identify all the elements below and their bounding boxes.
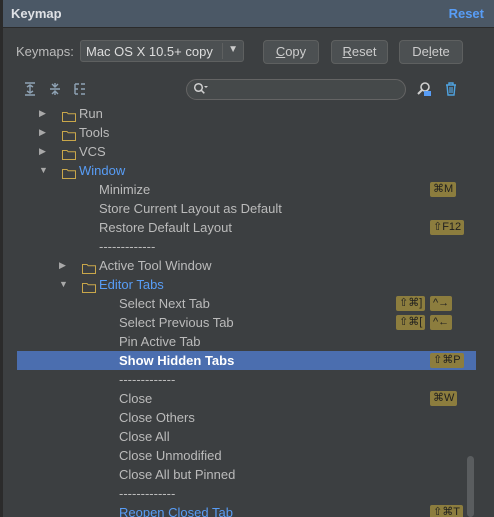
delete-button-label: Delete: [412, 44, 450, 59]
keymap-selector-row: Keymaps: Mac OS X 10.5+ copy ▼ Copy Rese…: [0, 38, 494, 66]
chevron-down-icon[interactable]: ▼: [228, 44, 238, 55]
page-title: Keymap: [11, 6, 62, 21]
tree-row-select-previous-tab[interactable]: Select Previous Tab ^← ⇧⌘[: [17, 313, 476, 332]
tree-row-label: Run: [79, 106, 103, 121]
keymap-tree[interactable]: ▶ Run ▶ Tools ▶ VCS ▼ Window Minimize ⌘M Store Cur…: [17, 103, 476, 517]
copy-button[interactable]: Copy: [263, 40, 319, 64]
tree-row-separator[interactable]: -------------: [17, 484, 476, 503]
collapse-all-icon[interactable]: [47, 81, 63, 97]
shortcut-badge: ⇧⌘P: [430, 353, 464, 368]
tree-row-close-all-but-pinned[interactable]: Close All but Pinned: [17, 465, 476, 484]
search-input[interactable]: [186, 79, 406, 100]
reset-link[interactable]: Reset: [449, 6, 484, 21]
reset-button[interactable]: Reset: [331, 40, 388, 64]
copy-button-label: Copy: [275, 44, 307, 59]
tree-scrollbar[interactable]: [467, 456, 474, 517]
shortcut-badge: ^←: [430, 315, 453, 330]
clear-filter-icon[interactable]: [443, 81, 459, 97]
folder-icon: [62, 108, 76, 122]
reset-button-label: Reset: [342, 44, 377, 59]
tree-row-label: Show Hidden Tabs: [119, 353, 235, 368]
tree-group-tools[interactable]: ▶ Tools: [17, 123, 476, 142]
tree-row-label: Pin Active Tab: [119, 334, 201, 349]
tree-row-select-next-tab[interactable]: Select Next Tab ^→ ⇧⌘]: [17, 294, 476, 313]
chevron-right-icon[interactable]: ▶: [59, 256, 66, 275]
tree-row-label: Window: [79, 163, 126, 178]
chevron-down-icon[interactable]: ▼: [59, 275, 68, 294]
tree-row-pin-active-tab[interactable]: Pin Active Tab: [17, 332, 476, 351]
expand-all-icon[interactable]: [22, 81, 38, 97]
tree-row-separator[interactable]: -------------: [17, 370, 476, 389]
folder-icon: [82, 260, 96, 274]
tree-row-label: Reopen Closed Tab: [119, 505, 233, 517]
tree-row-label: -------------: [99, 239, 156, 254]
tree-group-window[interactable]: ▼ Window: [17, 161, 476, 180]
tree-row-label: -------------: [119, 486, 176, 501]
delete-button[interactable]: Delete: [399, 40, 463, 64]
tree-row-reopen-closed-tab[interactable]: Reopen Closed Tab ⇧⌘T: [17, 503, 476, 517]
keymap-toolbar: [0, 78, 494, 102]
tree-row-close-unmodified[interactable]: Close Unmodified: [17, 446, 476, 465]
tree-row-label: Select Next Tab: [119, 296, 210, 311]
tree-row-label: Tools: [79, 125, 110, 140]
tree-group-run[interactable]: ▶ Run: [17, 104, 476, 123]
keymaps-label: Keymaps:: [16, 44, 74, 59]
tree-row-store-current-layout-as-default[interactable]: Store Current Layout as Default: [17, 199, 476, 218]
tree-view-icon[interactable]: [72, 81, 88, 97]
shortcut-badge: ⇧F12: [430, 220, 465, 235]
folder-icon: [62, 165, 76, 179]
find-by-shortcut-icon[interactable]: [416, 81, 432, 97]
chevron-right-icon[interactable]: ▶: [39, 142, 46, 161]
tree-group-active-tool-window[interactable]: ▶ Active Tool Window: [17, 256, 476, 275]
chevron-right-icon[interactable]: ▶: [39, 123, 46, 142]
shortcut-badge: ⌘W: [430, 391, 458, 406]
tree-group-editor-tabs[interactable]: ▼ Editor Tabs: [17, 275, 476, 294]
tree-row-label: Close: [119, 391, 153, 406]
tree-row-close-all[interactable]: Close All: [17, 427, 476, 446]
shortcut-badge: ⇧⌘]: [396, 296, 426, 311]
tree-row-close[interactable]: Close ⌘W: [17, 389, 476, 408]
tree-row-label: VCS: [79, 144, 106, 159]
tree-row-show-hidden-tabs[interactable]: Show Hidden Tabs ⇧⌘P: [17, 351, 476, 370]
folder-icon: [82, 279, 96, 293]
tree-row-separator[interactable]: -------------: [17, 237, 476, 256]
shortcut-badge: ⌘M: [430, 182, 457, 197]
combo-separator: [222, 43, 223, 59]
search-icon[interactable]: [193, 82, 209, 99]
tree-row-label: Restore Default Layout: [99, 220, 232, 235]
tree-row-label: Editor Tabs: [99, 277, 164, 292]
tree-row-label: Active Tool Window: [99, 258, 212, 273]
shortcut-badge: ⇧⌘[: [396, 315, 426, 330]
tree-row-label: Close Unmodified: [119, 448, 222, 463]
tree-row-label: Select Previous Tab: [119, 315, 234, 330]
keymap-combo-value: Mac OS X 10.5+ copy: [86, 44, 213, 59]
tree-row-minimize[interactable]: Minimize ⌘M: [17, 180, 476, 199]
chevron-down-icon[interactable]: ▼: [39, 161, 48, 180]
tree-row-label: Close All: [119, 429, 170, 444]
tree-group-vcs[interactable]: ▶ VCS: [17, 142, 476, 161]
tree-row-restore-default-layout[interactable]: Restore Default Layout ⇧F12: [17, 218, 476, 237]
folder-icon: [62, 127, 76, 141]
tree-row-label: Close Others: [119, 410, 195, 425]
shortcut-badge: ⇧⌘T: [430, 505, 463, 517]
keymap-combo[interactable]: Mac OS X 10.5+ copy ▼: [80, 40, 244, 62]
tree-row-label: -------------: [119, 372, 176, 387]
chevron-right-icon[interactable]: ▶: [39, 104, 46, 123]
tree-row-close-others[interactable]: Close Others: [17, 408, 476, 427]
tree-row-label: Store Current Layout as Default: [99, 201, 282, 216]
shortcut-badge: ^→: [430, 296, 453, 311]
tree-row-label: Close All but Pinned: [119, 467, 236, 482]
folder-icon: [62, 146, 76, 160]
tree-row-label: Minimize: [99, 182, 151, 197]
keymap-header: Keymap Reset: [3, 0, 494, 28]
